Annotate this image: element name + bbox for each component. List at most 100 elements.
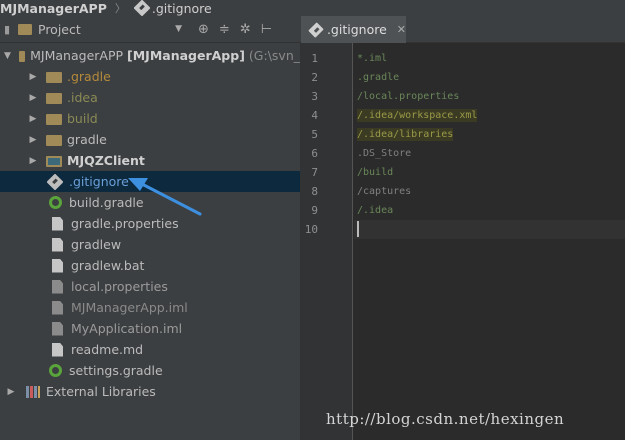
crosshair-icon[interactable]: ⊕ [198, 22, 209, 37]
code-line: /.idea/workspace.xml [354, 106, 625, 125]
tree-item-label: .idea [67, 90, 98, 105]
tree-item-label: gradle [67, 132, 107, 147]
git-file-icon [46, 173, 64, 190]
git-file-icon [308, 21, 324, 38]
iml-file-icon [52, 300, 63, 315]
chevron-down-icon: ▼ [175, 24, 182, 34]
chevron-right-icon: 〉 [114, 2, 126, 15]
tree-item-label: build [67, 111, 98, 126]
gradle-icon [49, 364, 62, 377]
breadcrumb: MJManagerAPP 〉 .gitignore [0, 0, 625, 16]
code-editor[interactable]: *.iml .gradle /local.properties /.idea/w… [354, 43, 625, 440]
code-line: /.idea [354, 201, 625, 220]
line-number-gutter: 1 2 3 4 5 6 7 8 9 10 [300, 43, 353, 440]
code-line: .DS_Store [354, 144, 625, 163]
code-text: /.idea/workspace.xml [357, 109, 478, 122]
text-caret [357, 221, 359, 237]
line-number: 6 [311, 147, 318, 160]
folder-icon [46, 114, 62, 125]
tree-item-external-libraries[interactable]: ▶ External Libraries [0, 381, 300, 402]
code-line: /local.properties [354, 87, 625, 106]
properties-file-icon [52, 216, 63, 231]
tree-root-name: MJManagerAPP [30, 48, 124, 63]
code-text: .gradle [357, 72, 400, 83]
iml-file-icon [52, 321, 63, 336]
tree-item-label: MyApplication.iml [71, 321, 183, 336]
text-file-icon [52, 237, 63, 252]
close-icon[interactable]: ✕ [397, 23, 406, 36]
markdown-file-icon [52, 342, 63, 357]
breadcrumb-project[interactable]: MJManagerAPP [0, 1, 107, 16]
tree-item-local-properties[interactable]: local.properties [0, 276, 300, 297]
code-line: .gradle [354, 68, 625, 87]
watermark: http://blog.csdn.net/hexingen [326, 410, 565, 428]
project-view-label: Project [38, 21, 81, 37]
tree-item-build[interactable]: ▶ build [0, 108, 300, 129]
expand-right-icon[interactable]: ▶ [26, 72, 40, 82]
project-view-selector[interactable]: Project ▼ [18, 22, 182, 37]
code-line: /.idea/libraries [354, 125, 625, 144]
tree-item-label: External Libraries [46, 384, 156, 399]
tree-item-myapplication-iml[interactable]: MyApplication.iml [0, 318, 300, 339]
collapse-all-icon[interactable]: ≑ [219, 22, 230, 37]
line-number: 9 [311, 204, 318, 217]
line-number: 7 [311, 166, 318, 179]
tree-item-label: settings.gradle [69, 363, 163, 378]
tree-item-mjqzclient[interactable]: ▶ MJQZClient [0, 150, 300, 171]
tree-item-mjmanagerapp-iml[interactable]: MJManagerApp.iml [0, 297, 300, 318]
breadcrumb-file[interactable]: .gitignore [132, 0, 212, 16]
expand-right-icon[interactable]: ▶ [26, 156, 40, 166]
project-tree: ▼ MJManagerAPP [MJManagerApp] (G:\svn_ ▶… [0, 45, 300, 402]
line-number: 4 [311, 109, 318, 122]
tree-item-readme[interactable]: readme.md [0, 339, 300, 360]
expand-right-icon[interactable]: ▶ [26, 93, 40, 103]
module-folder-icon [18, 51, 26, 62]
line-number: 10 [304, 223, 318, 236]
expand-down-icon[interactable]: ▼ [4, 51, 11, 61]
tree-root[interactable]: ▼ MJManagerAPP [MJManagerApp] (G:\svn_ [0, 45, 300, 66]
code-line: /captures [354, 182, 625, 201]
tree-item-label: local.properties [71, 279, 168, 294]
code-text: /build [357, 167, 394, 178]
tree-item-idea[interactable]: ▶ .idea [0, 87, 300, 108]
code-text: /local.properties [357, 91, 460, 102]
code-line: /build [354, 163, 625, 182]
tree-item-label: gradlew.bat [71, 258, 145, 273]
tab-gitignore[interactable]: .gitignore ✕ [301, 16, 406, 43]
folder-icon [46, 72, 62, 83]
line-number: 3 [311, 90, 318, 103]
project-panel: ▮ Project ▼ ⊕ ≑ ✲ ⊢ ▼ MJManagerAPP [MJMa… [0, 16, 300, 440]
code-text: *.iml [357, 53, 388, 64]
hide-panel-icon[interactable]: ⊢ [261, 22, 272, 37]
tree-item-label: MJManagerApp.iml [71, 300, 188, 315]
project-panel-header: ▮ Project ▼ ⊕ ≑ ✲ ⊢ [0, 16, 300, 43]
breadcrumb-file-label: .gitignore [151, 0, 212, 16]
folder-icon [46, 135, 62, 146]
code-text: .DS_Store [357, 148, 412, 159]
editor-tab-bar: .gitignore ✕ [300, 16, 625, 43]
properties-file-icon [52, 279, 63, 294]
panel-toggle-icon[interactable]: ▮ [4, 23, 16, 36]
line-number: 1 [311, 52, 318, 65]
library-icon [26, 385, 40, 398]
tree-item-gradlew-bat[interactable]: gradlew.bat [0, 255, 300, 276]
tree-item-label: readme.md [71, 342, 144, 357]
tree-root-path: (G:\svn_ [248, 48, 300, 63]
tree-item-gradle-dir[interactable]: ▶ .gradle [0, 66, 300, 87]
annotation-arrow [128, 178, 202, 216]
code-line: *.iml [354, 49, 625, 68]
tree-item-gradle[interactable]: ▶ gradle [0, 129, 300, 150]
tree-root-module: [MJManagerApp] [127, 48, 245, 63]
tree-item-gradlew[interactable]: gradlew [0, 234, 300, 255]
code-text: /.idea/libraries [357, 128, 454, 141]
line-number: 8 [311, 185, 318, 198]
folder-icon [46, 93, 62, 104]
expand-right-icon[interactable]: ▶ [26, 114, 40, 124]
tree-item-settings-gradle[interactable]: settings.gradle [0, 360, 300, 381]
expand-right-icon[interactable]: ▶ [26, 135, 40, 145]
code-line-current [354, 220, 625, 239]
tree-item-label: MJQZClient [67, 153, 145, 168]
gear-icon[interactable]: ✲ [240, 22, 251, 37]
code-text: /captures [357, 186, 412, 197]
expand-right-icon[interactable]: ▶ [4, 387, 18, 397]
